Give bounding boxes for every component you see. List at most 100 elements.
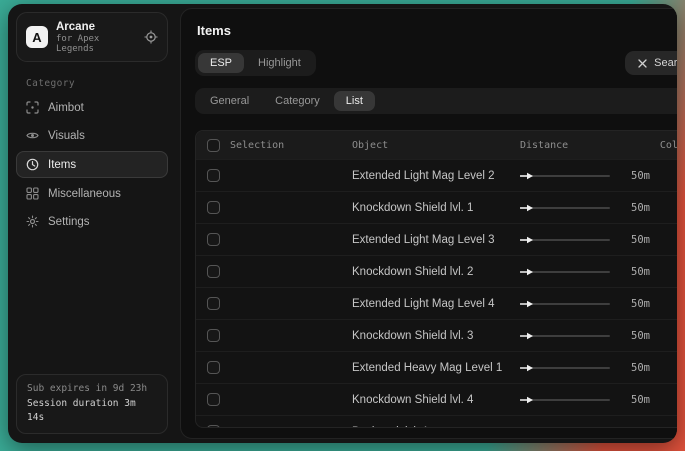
sidebar-item-label: Miscellaneous	[48, 188, 121, 200]
eye-icon	[26, 129, 39, 142]
gear-icon	[26, 215, 39, 228]
tab-highlight[interactable]: Highlight	[246, 53, 313, 73]
items-table: Selection Object Distance Color Extended…	[195, 130, 677, 428]
table-row: Extended Heavy Mag Level 1 50m	[196, 351, 677, 383]
slider-thumb-icon[interactable]	[520, 364, 534, 372]
row-checkbox[interactable]	[207, 265, 220, 278]
distance-value: 50m	[631, 330, 650, 342]
column-object: Object	[352, 140, 520, 151]
sidebar: A Arcane for Apex Legends Category	[8, 4, 176, 443]
table-header: Selection Object Distance Color	[196, 131, 677, 159]
column-color: Color	[650, 140, 677, 151]
distance-value: 50m	[631, 426, 650, 429]
sidebar-item-miscellaneous[interactable]: Miscellaneous	[16, 181, 168, 206]
distance-value: 50m	[631, 298, 650, 310]
page-title: Items	[197, 23, 677, 38]
object-name: Backpack lvl. 1	[352, 426, 520, 429]
slider-thumb-icon[interactable]	[520, 428, 534, 429]
app-header-card: A Arcane for Apex Legends	[16, 12, 168, 62]
table-row: Extended Light Mag Level 3 50m	[196, 223, 677, 255]
grid-icon	[26, 187, 39, 200]
distance-slider[interactable]	[520, 363, 610, 373]
sidebar-nav: Aimbot Visuals Items	[8, 95, 176, 234]
object-name: Extended Light Mag Level 3	[352, 234, 520, 246]
object-name: Extended Light Mag Level 2	[352, 170, 520, 182]
sidebar-item-visuals[interactable]: Visuals	[16, 123, 168, 148]
slider-thumb-icon[interactable]	[520, 396, 534, 404]
table-row: Extended Light Mag Level 4 50m	[196, 287, 677, 319]
distance-value: 50m	[631, 362, 650, 374]
object-name: Extended Light Mag Level 4	[352, 298, 520, 310]
table-body: Extended Light Mag Level 2 50m Knockdown…	[196, 159, 677, 428]
select-all-checkbox[interactable]	[207, 139, 220, 152]
distance-value: 50m	[631, 202, 650, 214]
target-icon[interactable]	[144, 30, 158, 44]
row-checkbox[interactable]	[207, 233, 220, 246]
column-distance: Distance	[520, 140, 650, 151]
app-name: Arcane	[56, 20, 136, 34]
row-checkbox[interactable]	[207, 393, 220, 406]
search-button-label: Search	[654, 57, 677, 69]
session-duration-text: Session duration 3m 14s	[27, 397, 157, 426]
distance-slider[interactable]	[520, 171, 610, 181]
slider-thumb-icon[interactable]	[520, 332, 534, 340]
crosshair-icon	[26, 101, 39, 114]
tab-list[interactable]: List	[334, 91, 375, 111]
sidebar-item-label: Settings	[48, 216, 90, 228]
row-checkbox[interactable]	[207, 361, 220, 374]
x-icon	[638, 59, 647, 68]
object-name: Knockdown Shield lvl. 1	[352, 202, 520, 214]
mode-tabs: ESP Highlight	[195, 50, 316, 76]
table-row: Backpack lvl. 1 50m	[196, 415, 677, 428]
distance-value: 50m	[631, 234, 650, 246]
distance-slider[interactable]	[520, 235, 610, 245]
app-window: A Arcane for Apex Legends Category	[8, 4, 677, 443]
toolbar: ESP Highlight Search	[195, 50, 677, 76]
tab-esp[interactable]: ESP	[198, 53, 244, 73]
distance-slider[interactable]	[520, 395, 610, 405]
object-name: Extended Heavy Mag Level 1	[352, 362, 520, 374]
package-icon	[26, 158, 39, 171]
distance-value: 50m	[631, 394, 650, 406]
row-checkbox[interactable]	[207, 425, 220, 428]
app-subtitle: for Apex Legends	[56, 34, 136, 54]
tab-category[interactable]: Category	[263, 91, 332, 111]
object-name: Knockdown Shield lvl. 2	[352, 266, 520, 278]
sidebar-item-settings[interactable]: Settings	[16, 209, 168, 234]
sidebar-item-items[interactable]: Items	[16, 151, 168, 178]
distance-slider[interactable]	[520, 299, 610, 309]
table-row: Knockdown Shield lvl. 3 50m	[196, 319, 677, 351]
session-info-box: Sub expires in 9d 23h Session duration 3…	[16, 374, 168, 434]
row-checkbox[interactable]	[207, 329, 220, 342]
object-name: Knockdown Shield lvl. 3	[352, 330, 520, 342]
distance-slider[interactable]	[520, 427, 610, 429]
distance-slider[interactable]	[520, 203, 610, 213]
slider-thumb-icon[interactable]	[520, 236, 534, 244]
row-checkbox[interactable]	[207, 169, 220, 182]
search-button[interactable]: Search	[625, 51, 677, 75]
table-row: Knockdown Shield lvl. 4 50m	[196, 383, 677, 415]
category-section-label: Category	[26, 78, 176, 89]
sidebar-item-label: Items	[48, 159, 76, 171]
row-checkbox[interactable]	[207, 297, 220, 310]
slider-thumb-icon[interactable]	[520, 268, 534, 276]
distance-slider[interactable]	[520, 267, 610, 277]
row-checkbox[interactable]	[207, 201, 220, 214]
sidebar-item-label: Aimbot	[48, 102, 84, 114]
tab-general[interactable]: General	[198, 91, 261, 111]
desktop-backdrop: A Arcane for Apex Legends Category	[0, 0, 685, 451]
sidebar-item-label: Visuals	[48, 130, 85, 142]
slider-thumb-icon[interactable]	[520, 300, 534, 308]
slider-thumb-icon[interactable]	[520, 204, 534, 212]
distance-value: 50m	[631, 170, 650, 182]
column-selection: Selection	[230, 140, 284, 151]
slider-thumb-icon[interactable]	[520, 172, 534, 180]
distance-value: 50m	[631, 266, 650, 278]
sidebar-item-aimbot[interactable]: Aimbot	[16, 95, 168, 120]
distance-slider[interactable]	[520, 331, 610, 341]
object-name: Knockdown Shield lvl. 4	[352, 394, 520, 406]
table-row: Extended Light Mag Level 2 50m	[196, 159, 677, 191]
main-panel: Items ESP Highlight Search General Categ…	[180, 8, 677, 439]
sub-expiry-text: Sub expires in 9d 23h	[27, 382, 157, 397]
table-row: Knockdown Shield lvl. 1 50m	[196, 191, 677, 223]
